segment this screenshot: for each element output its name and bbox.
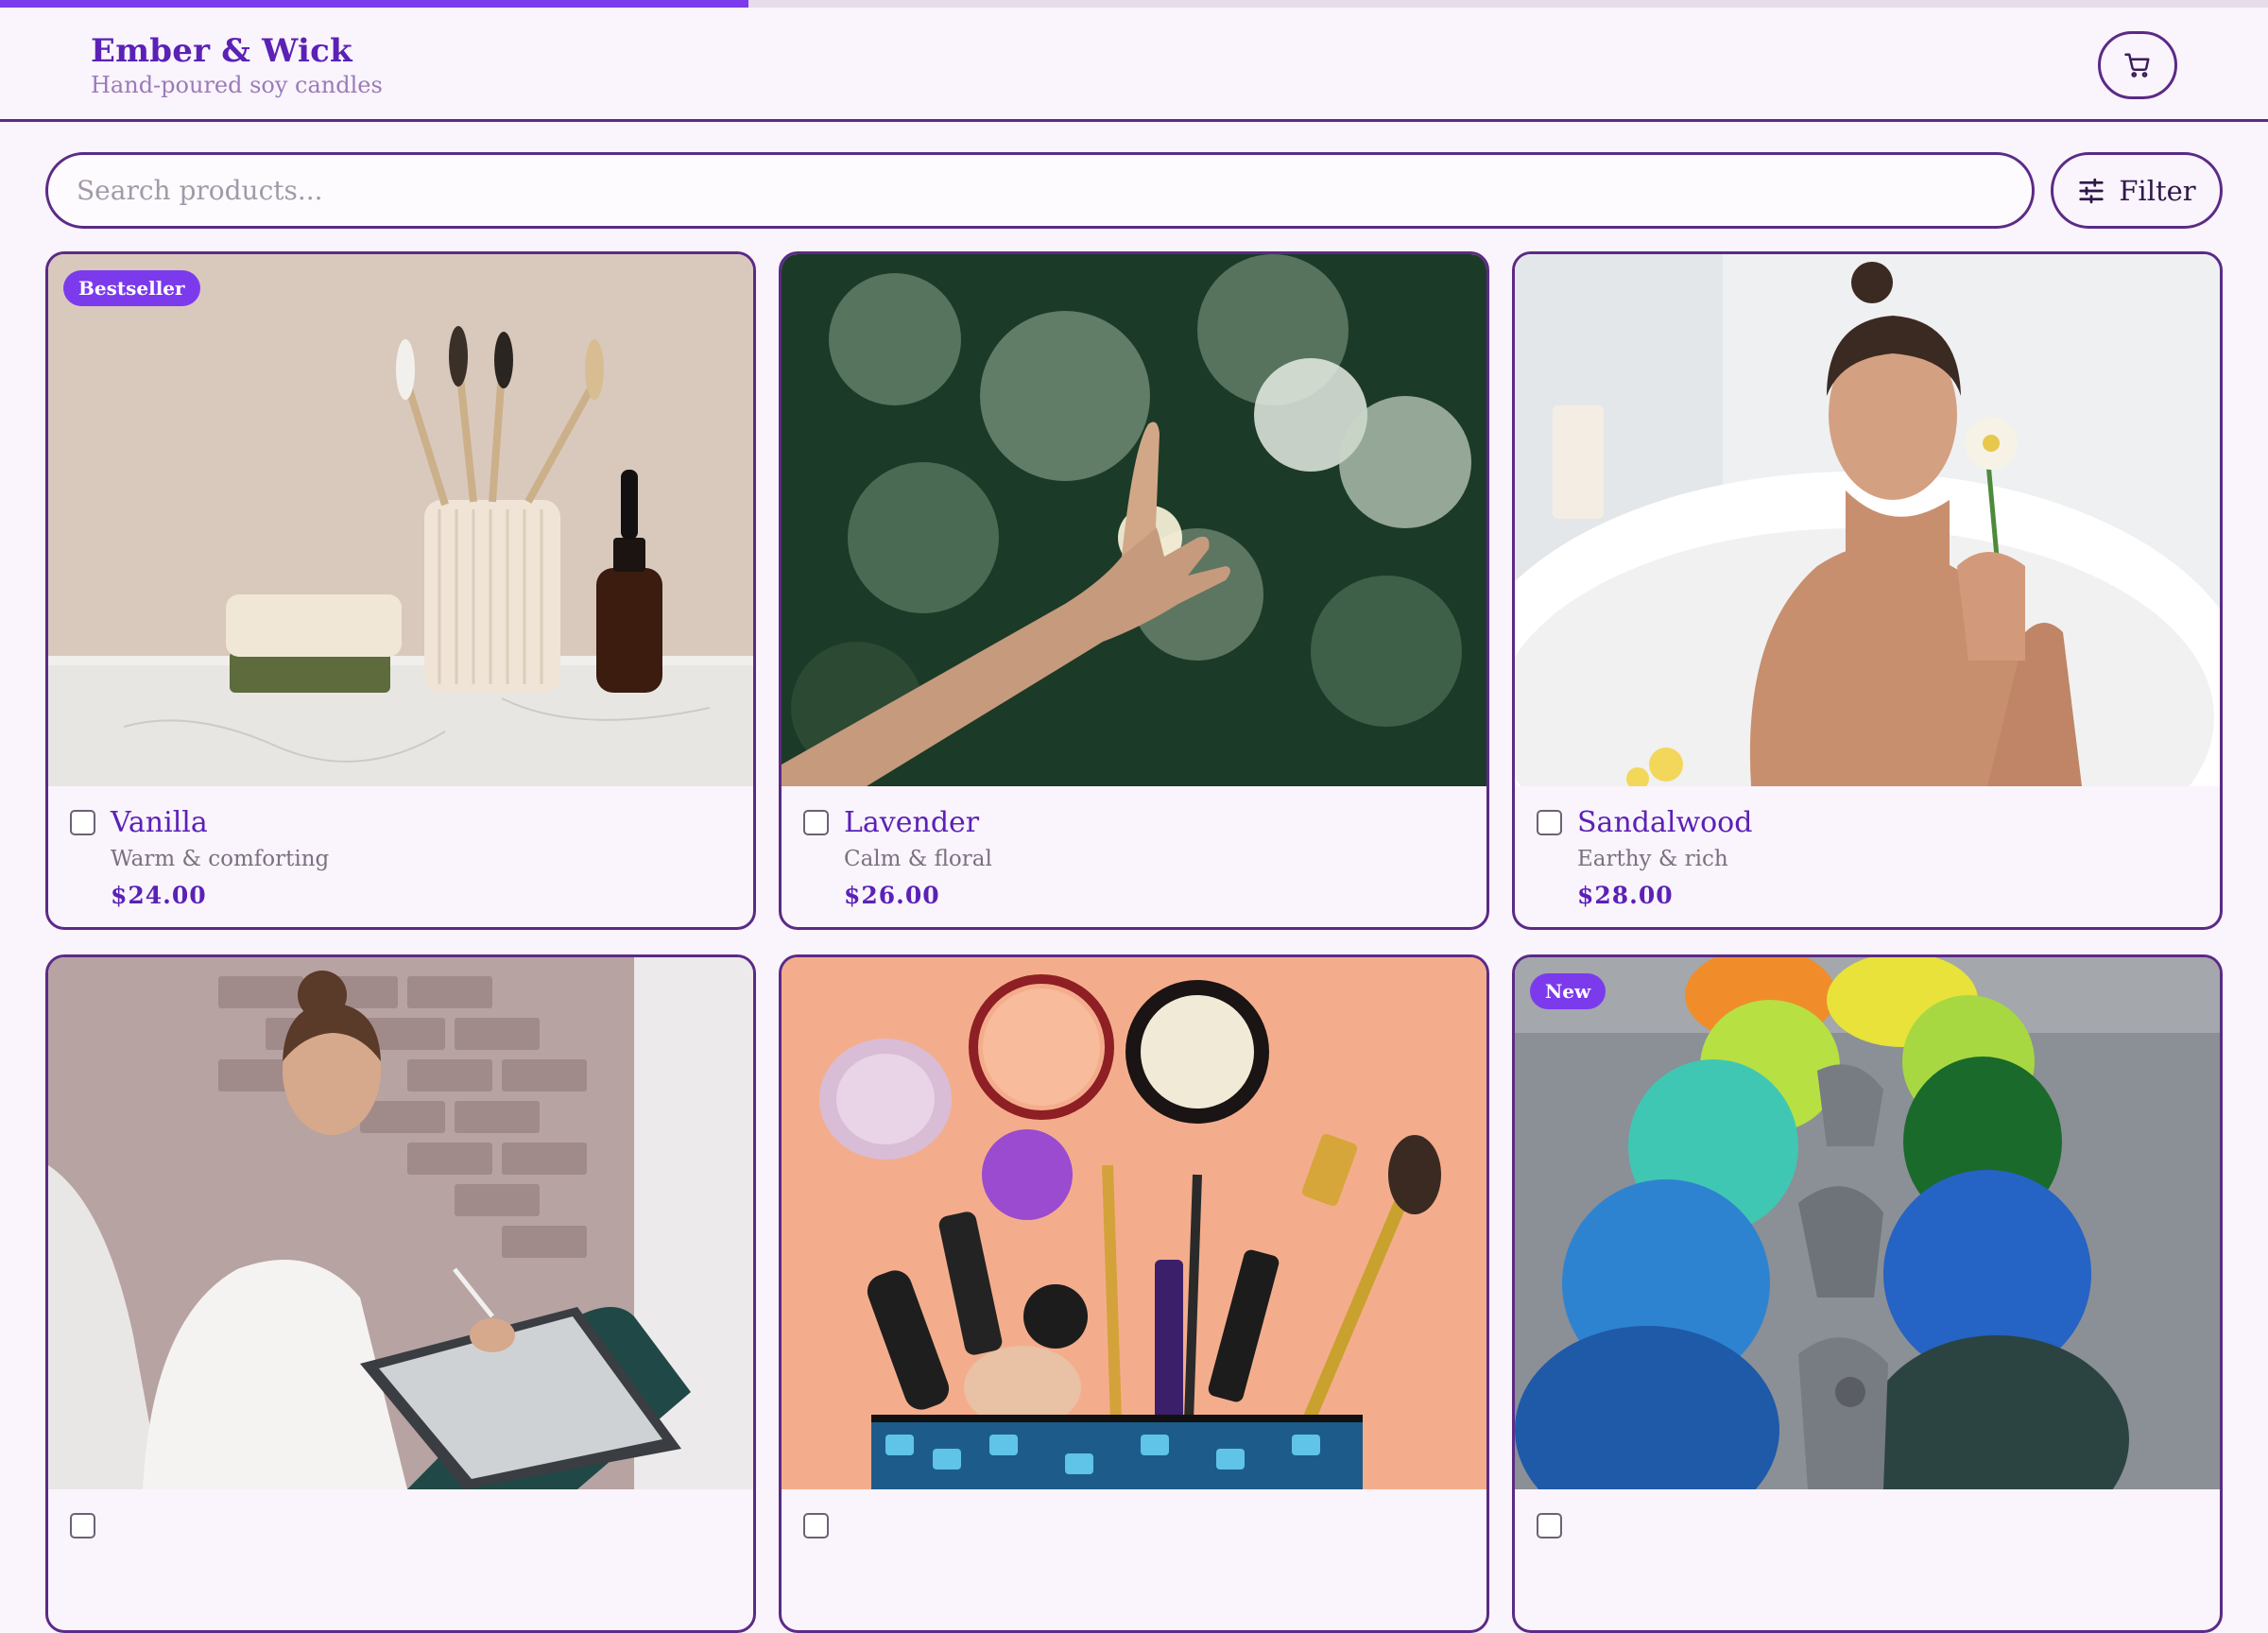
filter-button[interactable]: Filter [2051,152,2223,229]
product-image[interactable] [1515,254,2220,786]
cart-icon [2123,51,2152,79]
brand-tagline: Hand-poured soy candles [91,72,383,98]
product-card[interactable]: New [1512,954,2223,1633]
product-card[interactable]: Sandalwood Earthy & rich $28.00 [1512,251,2223,930]
product-card[interactable] [45,954,756,1633]
product-checkbox[interactable] [803,810,829,835]
top-header: Ember & Wick Hand-poured soy candles [0,8,2268,122]
search-row: Filter [45,152,2223,229]
brand-title[interactable]: Ember & Wick [91,32,352,70]
product-card[interactable] [779,954,1489,1633]
product-name[interactable]: Lavender [844,806,979,839]
search-input[interactable] [45,152,2035,229]
product-description: Earthy & rich [1577,847,1728,871]
product-price: $26.00 [844,882,940,909]
product-checkbox[interactable] [1537,810,1562,835]
sliders-icon [2077,177,2105,205]
product-description: Calm & floral [844,847,992,871]
product-description: Warm & comforting [111,847,330,871]
product-image[interactable] [782,254,1486,786]
product-card[interactable]: Bestseller Vanilla Warm & comforting $24… [45,251,756,930]
product-price: $24.00 [111,882,207,909]
product-checkbox[interactable] [1537,1513,1562,1538]
product-checkbox[interactable] [70,810,95,835]
product-badge: New [1530,973,1606,1009]
product-checkbox[interactable] [70,1513,95,1538]
product-badge: Bestseller [63,270,200,306]
product-image[interactable] [782,957,1486,1489]
progress-bar [0,0,2268,8]
product-image[interactable]: Bestseller [48,254,753,786]
product-checkbox[interactable] [803,1513,829,1538]
product-name[interactable]: Vanilla [111,806,208,839]
product-price: $28.00 [1577,882,1674,909]
progress-bar-fill [0,0,748,8]
product-image[interactable]: New [1515,957,2220,1489]
product-image[interactable] [48,957,753,1489]
cart-button[interactable] [2098,31,2177,99]
filter-label: Filter [2119,174,2196,207]
product-name[interactable]: Sandalwood [1577,806,1752,839]
product-card[interactable]: Lavender Calm & floral $26.00 [779,251,1489,930]
